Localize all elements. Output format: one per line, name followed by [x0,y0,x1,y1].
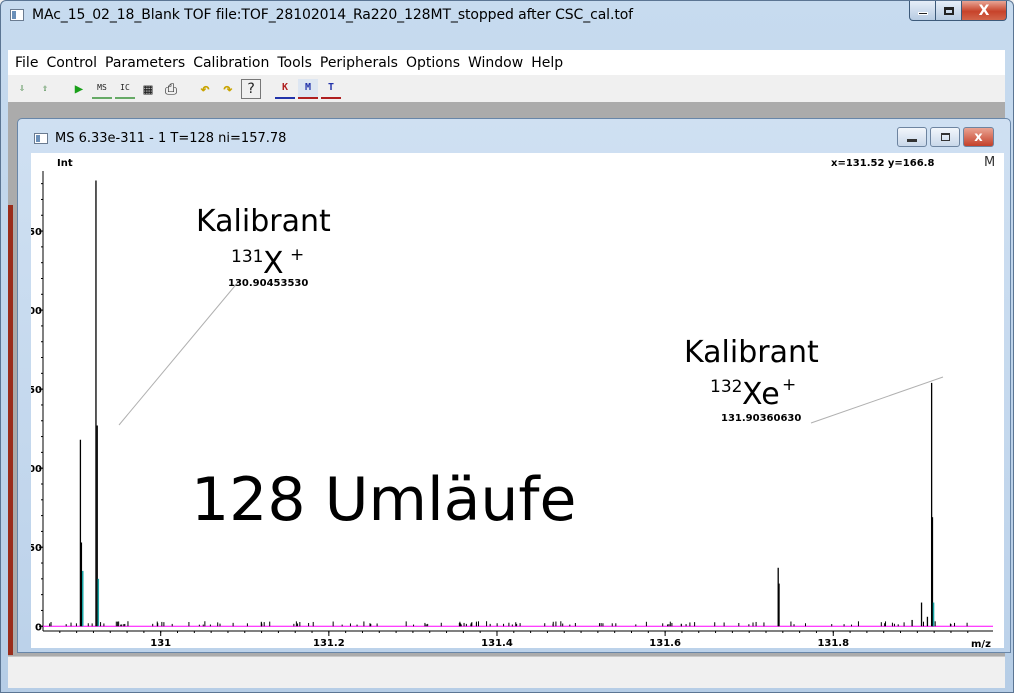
overlay-peaks [82,570,935,627]
x-tick-label: 131.6 [649,638,681,648]
close-icon: X [978,2,990,19]
y-tick-label: 150 [31,385,42,396]
kalibrant-label-left: Kalibrant [196,204,331,239]
menu-tools[interactable]: Tools [273,55,316,71]
spectrum-chart[interactable]: 050100150200250 131131.2131.4131.6131.8 … [21,153,1004,650]
window-titlebar[interactable]: MAc_15_02_18_Blank TOF file:TOF_28102014… [1,1,1013,29]
help-icon[interactable]: ? [241,78,261,99]
disk-out-icon[interactable]: ⇧ [35,79,55,99]
ic-icon[interactable]: IC [115,79,135,99]
menu-file[interactable]: File [11,55,42,71]
exact-mass-left: 130.90453530 [228,278,308,289]
x-tick-label: 131.4 [481,638,513,648]
calibrate-icon[interactable]: K [275,79,295,99]
y-axis-label: Int [57,158,73,169]
toolbar: ⇩ ⇧ ▶ MS IC ▦ ⎙ ↶ ↷ ? K M T [8,75,1005,102]
spectrum-minimize-button[interactable] [897,127,927,147]
y-axis-ticks: 0 50 100 150 200 250 [21,183,43,633]
y-tick-label: 100 [31,464,42,475]
menu-bar: File Control Parameters Calibration Tool… [8,50,1005,75]
revolutions-label: 128 Umläufe [191,465,576,535]
mode-indicator: M [984,155,995,170]
menu-window[interactable]: Window [464,55,527,71]
app-icon[interactable] [10,9,24,21]
x-tick-label: 131.8 [817,638,849,648]
play-icon[interactable]: ▶ [69,79,89,99]
y-tick-label: 0 [35,622,42,633]
menu-parameters[interactable]: Parameters [101,55,189,71]
y-tick-label: 50 [31,543,42,554]
spectrum-window-title: MS 6.33e-311 - 1 T=128 ni=157.78 [55,131,287,146]
close-button[interactable]: X [962,1,1007,21]
status-bar [8,656,1005,688]
y-tick-label: 200 [31,306,42,317]
menu-help[interactable]: Help [527,55,567,71]
exact-mass-right: 131.90360630 [721,413,801,424]
menu-control[interactable]: Control [42,55,101,71]
x-tick-label: 131.2 [313,638,345,648]
back-arrow-icon[interactable]: ↶ [195,79,215,99]
window-title: MAc_15_02_18_Blank TOF file:TOF_28102014… [32,7,634,23]
mass-icon[interactable]: M [298,78,318,99]
baseline-noise [49,621,968,627]
window-controls: X [909,1,1007,21]
ion-charge-right: + [782,375,796,395]
spectrum-close-button[interactable]: x [963,127,994,147]
x-axis-label: m/z [971,639,991,648]
spectrum-window-icon[interactable] [34,133,48,144]
maximize-icon [943,6,954,15]
spectrum-peaks [79,180,934,627]
x-tick-label: 131 [150,638,171,648]
ion-mass-number-right: 132 [710,377,742,397]
leader-line-right [810,376,944,424]
redo-arrow-icon[interactable]: ↷ [218,79,238,99]
y-tick-label: 250 [31,227,42,238]
menu-options[interactable]: Options [402,55,464,71]
table-icon[interactable]: ▦ [138,79,158,99]
spectrum-window-controls: x [897,127,994,147]
spectrum-window-titlebar[interactable]: MS 6.33e-311 - 1 T=128 ni=157.78 [34,131,286,146]
spectrum-maximize-button[interactable] [930,127,960,147]
kalibrant-label-right: Kalibrant [684,335,819,370]
ion-charge-left: + [290,245,304,265]
background-window-edge [8,205,13,655]
print-icon[interactable]: ⎙ [161,79,181,99]
minimize-icon [907,138,917,142]
ms-spectrum-icon[interactable]: MS [92,79,112,99]
ion-mass-number-left: 131 [231,247,263,267]
disk-in-icon[interactable]: ⇩ [12,79,32,99]
minimize-button[interactable] [909,1,936,21]
x-axis-ticks: 131 131.2 131.4 131.6 131.8 [150,631,849,649]
minimize-icon [917,12,928,15]
leader-line-left [118,280,240,426]
maximize-button[interactable] [936,1,962,21]
ion-symbol-left: X [263,246,284,281]
maximize-icon [940,133,950,141]
menu-calibration[interactable]: Calibration [189,55,273,71]
cursor-readout: x=131.52 y=166.8 [831,158,934,169]
close-icon: x [974,129,983,145]
ion-symbol-right: Xe [742,377,780,412]
time-icon[interactable]: T [321,79,341,99]
spectrum-plot-area[interactable]: 050100150200250 131131.2131.4131.6131.8 … [21,153,1004,650]
menu-peripherals[interactable]: Peripherals [316,55,402,71]
